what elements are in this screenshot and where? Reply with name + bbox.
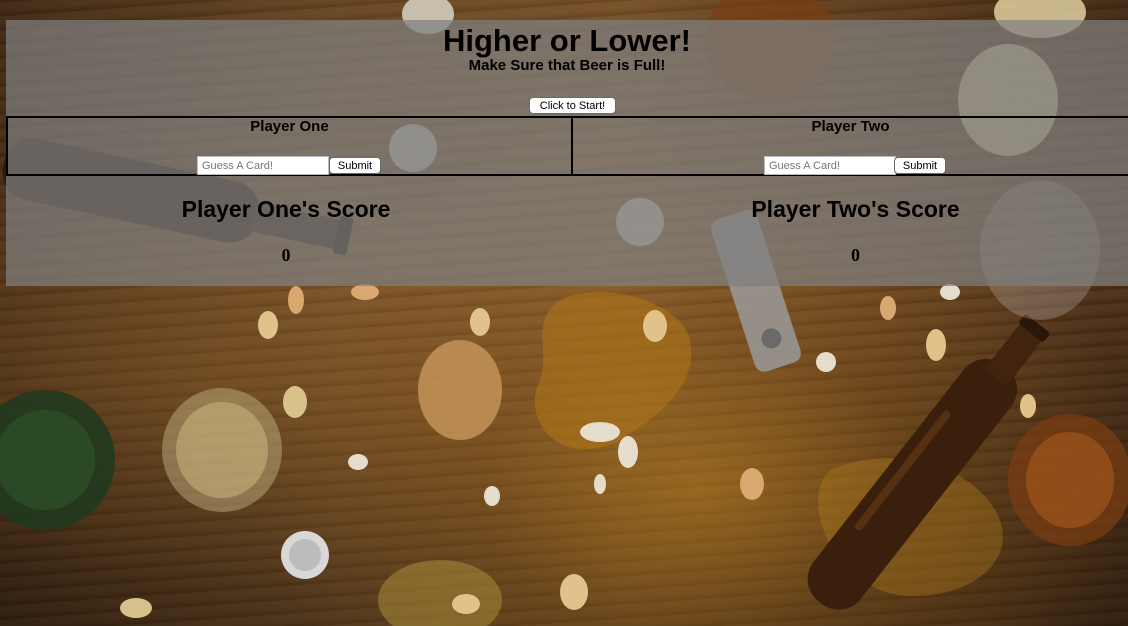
player-two-label: Player Two bbox=[811, 118, 890, 135]
player-one-score-value: 0 bbox=[281, 245, 291, 265]
player-one-guess-input[interactable] bbox=[197, 156, 329, 175]
scores-panel: Player One's Score Player Two's Score 0 … bbox=[6, 176, 1128, 286]
player-one-section: Player One Submit bbox=[6, 116, 573, 176]
player-one-label: Player One bbox=[250, 118, 329, 135]
page-title: Higher or Lower! bbox=[442, 23, 691, 58]
player-one-score-title: Player One's Score bbox=[181, 196, 391, 222]
players-panel: Player One Submit Player Two Submit bbox=[6, 116, 1128, 176]
header-panel: Higher or Lower! Make Sure that Beer is … bbox=[6, 20, 1128, 116]
player-two-submit-button[interactable]: Submit bbox=[894, 157, 946, 174]
player-two-score-value: 0 bbox=[851, 245, 860, 265]
player-one-submit-button[interactable]: Submit bbox=[329, 157, 381, 174]
player-two-section: Player Two Submit bbox=[571, 116, 1128, 176]
start-button[interactable]: Click to Start! bbox=[529, 97, 616, 114]
player-two-score-title: Player Two's Score bbox=[751, 196, 960, 222]
page-subtitle: Make Sure that Beer is Full! bbox=[468, 57, 666, 74]
player-two-guess-input[interactable] bbox=[764, 156, 896, 175]
